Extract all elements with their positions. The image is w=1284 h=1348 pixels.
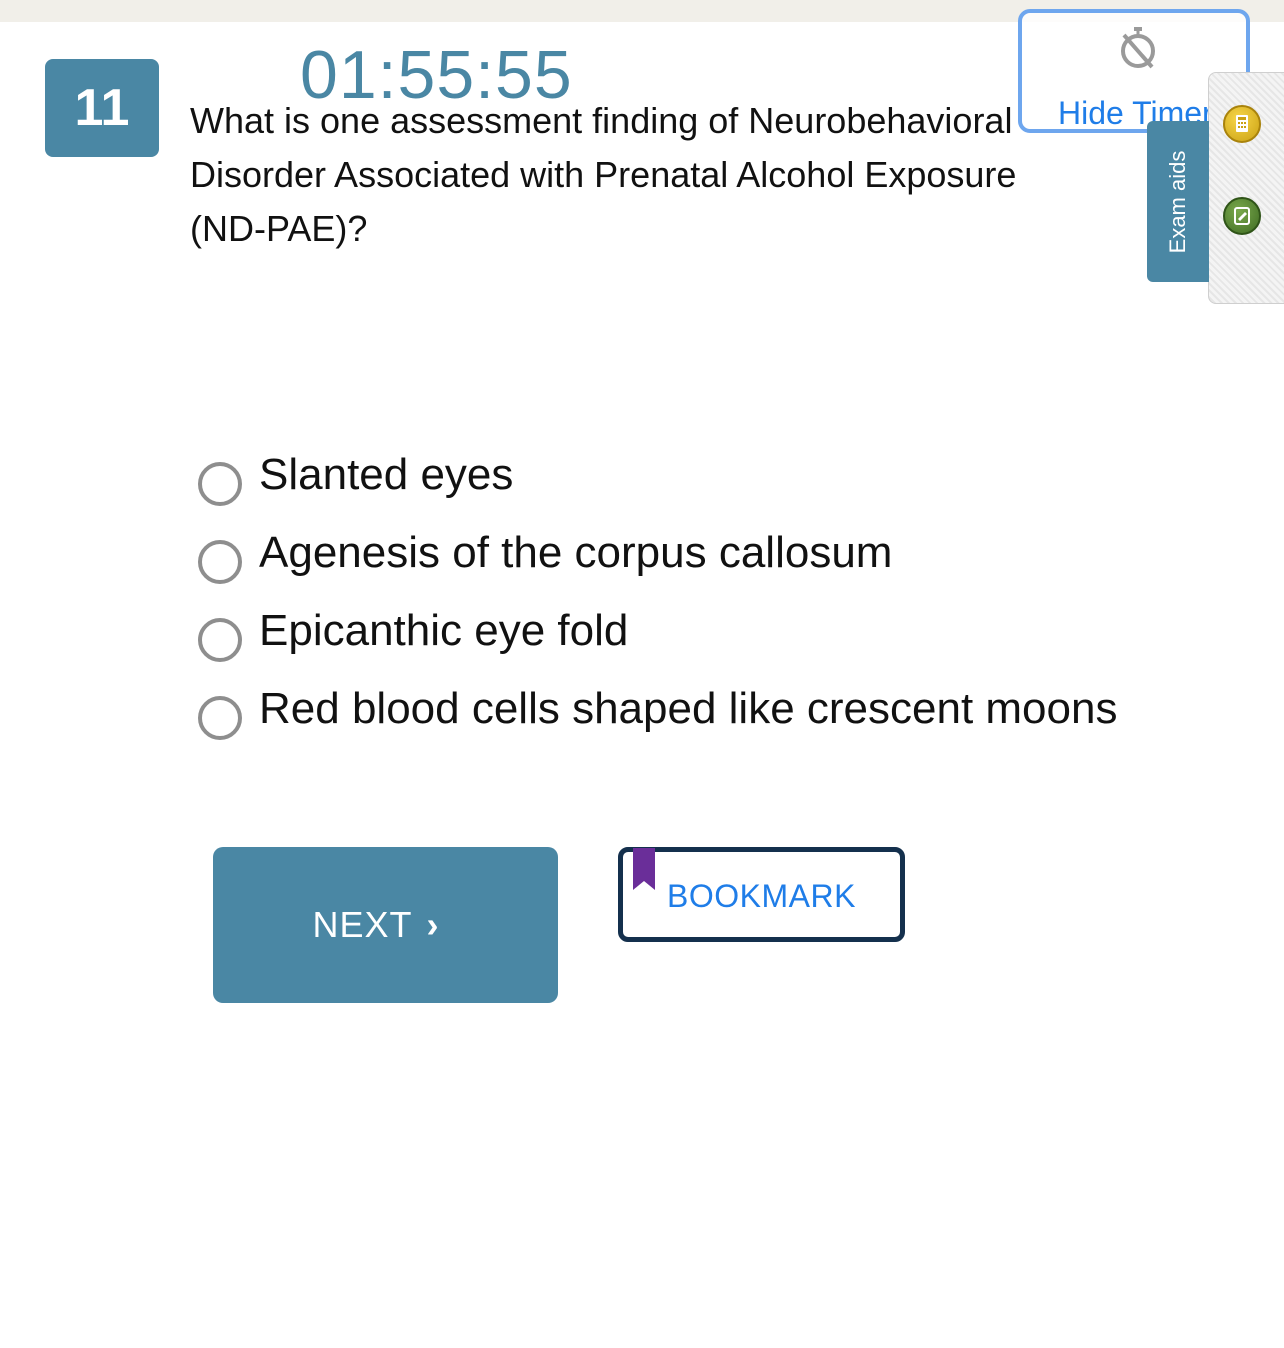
answer-option[interactable]: Epicanthic eye fold	[196, 606, 1196, 666]
bookmark-button[interactable]: BOOKMARK	[618, 847, 905, 942]
exam-aids-panel	[1208, 72, 1284, 304]
question-text: What is one assessment finding of Neurob…	[190, 100, 1017, 249]
answer-option[interactable]: Slanted eyes	[196, 450, 1196, 510]
answer-option-label[interactable]: Agenesis of the corpus callosum	[259, 528, 892, 578]
radio-button[interactable]	[198, 696, 242, 740]
bookmark-ribbon-icon	[633, 848, 655, 890]
exam-aids-label: Exam aids	[1165, 150, 1190, 253]
bookmark-button-label: BOOKMARK	[667, 878, 856, 914]
chevron-right-icon: ›	[426, 904, 439, 945]
calculator-glyph-icon	[1236, 115, 1248, 132]
answer-option[interactable]: Red blood cells shaped like crescent moo…	[196, 684, 1196, 744]
answer-option-label[interactable]: Epicanthic eye fold	[259, 606, 628, 656]
radio-button[interactable]	[198, 618, 242, 662]
timer-display: 01:55:55	[300, 37, 573, 113]
exam-aids-tab[interactable]: Exam aids	[1147, 121, 1209, 282]
radio-button[interactable]	[198, 540, 242, 584]
answer-option[interactable]: Agenesis of the corpus callosum	[196, 528, 1196, 588]
answer-option-label[interactable]: Slanted eyes	[259, 450, 513, 500]
next-button-label: NEXT	[312, 904, 413, 945]
question-number-badge: 11	[45, 59, 159, 157]
notes-glyph-icon	[1234, 207, 1250, 225]
question-number: 11	[74, 79, 130, 137]
calculator-icon[interactable]	[1223, 105, 1261, 143]
next-button[interactable]: NEXT ›	[213, 847, 558, 1003]
answer-option-label[interactable]: Red blood cells shaped like crescent moo…	[259, 684, 1117, 734]
stopwatch-off-icon	[1121, 27, 1155, 69]
notes-icon[interactable]	[1223, 197, 1261, 235]
radio-button[interactable]	[198, 462, 242, 506]
